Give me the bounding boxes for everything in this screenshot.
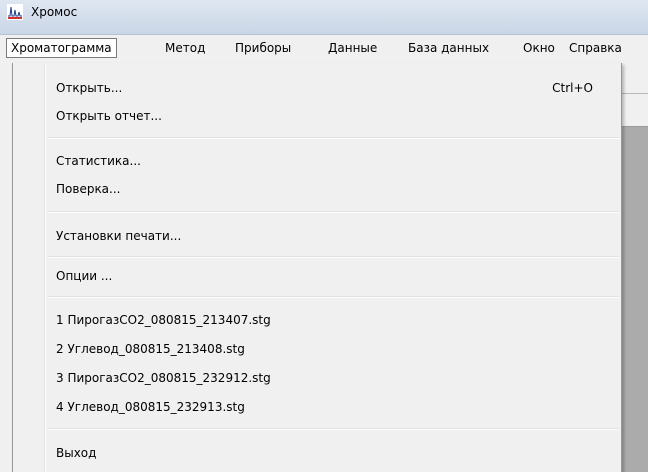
menu-item-verification[interactable]: Поверка... [15,178,619,200]
menu-item-label: Открыть... [56,81,123,95]
menu-separator [48,296,619,298]
menu-separator [48,428,619,430]
menu-window[interactable]: Окно [518,39,560,57]
menu-item-recent-file-2[interactable]: 2 Углевод_080815_213408.stg [15,338,619,360]
menu-data[interactable]: Данные [323,39,382,57]
menu-item-recent-file-3[interactable]: 3 ПирогазCO2_080815_232912.stg [15,367,619,389]
menu-item-open-report[interactable]: Открыть отчет... [15,105,619,127]
menu-item-label: Открыть отчет... [56,109,162,123]
menu-method[interactable]: Метод [160,39,210,57]
toolbar-area [620,73,648,94]
app-window: Хромос Хроматограмма Метод Приборы Данны… [0,0,648,472]
window-title: Хромос [31,5,78,19]
menu-item-open[interactable]: Открыть... Ctrl+O [15,77,619,99]
chromatogram-dropdown-menu: Открыть... Ctrl+O Открыть отчет... Стати… [12,63,622,472]
menu-item-exit[interactable]: Выход [15,442,619,464]
menu-item-print-setup[interactable]: Установки печати... [15,225,619,247]
menu-item-recent-file-1[interactable]: 1 ПирогазCO2_080815_213407.stg [15,309,619,331]
menu-help[interactable]: Справка [564,39,627,57]
menu-bar: Хроматограмма Метод Приборы Данные База … [0,36,648,59]
chromatogram-app-icon [7,4,23,20]
menu-item-shortcut: Ctrl+O [552,81,593,95]
menu-separator [48,256,619,258]
toolbar-area-secondary [620,100,648,127]
menu-item-label: Выход [56,446,97,460]
menu-database[interactable]: База данных [403,39,494,57]
menu-item-label: 1 ПирогазCO2_080815_213407.stg [56,313,271,327]
menu-separator [48,211,619,213]
menu-item-label: Опции ... [56,269,113,283]
menu-item-recent-file-4[interactable]: 4 Углевод_080815_232913.stg [15,396,619,418]
menu-item-label: 4 Углевод_080815_232913.stg [56,400,245,414]
menu-item-label: Статистика... [56,154,141,168]
menu-item-statistics[interactable]: Статистика... [15,150,619,172]
menu-separator [48,137,619,139]
menu-item-label: Установки печати... [56,229,182,243]
mdi-client-area [620,127,648,472]
menu-item-label: 3 ПирогазCO2_080815_232912.stg [56,371,271,385]
menu-item-options[interactable]: Опции ... [15,265,619,287]
menu-instruments[interactable]: Приборы [230,39,296,57]
menu-item-label: 2 Углевод_080815_213408.stg [56,342,245,356]
menu-chromatogram[interactable]: Хроматограмма [6,38,117,58]
title-bar[interactable]: Хромос [0,0,648,35]
menu-item-label: Поверка... [56,182,121,196]
